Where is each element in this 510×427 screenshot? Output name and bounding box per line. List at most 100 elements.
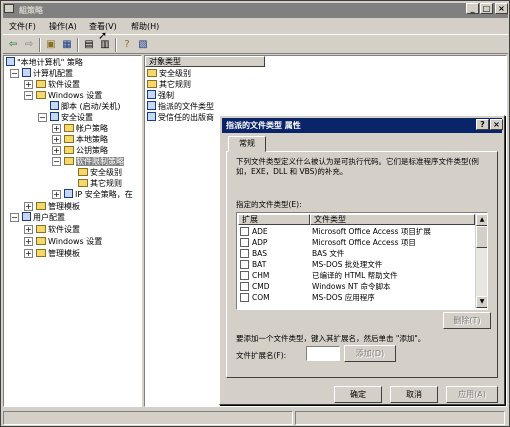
help-button[interactable]: ?: [476, 119, 489, 130]
forward-icon[interactable]: ⇨: [22, 38, 36, 51]
console-icon[interactable]: ▧: [136, 38, 150, 51]
tree-label: 本地策略: [76, 135, 108, 144]
menu-help[interactable]: 帮助(H): [131, 20, 159, 33]
tree-item-software-settings[interactable]: 软件设置: [36, 79, 80, 90]
tree-pane[interactable]: "本地计算机" 策略 − 计算机配置 + 软件设置 − Windows 设置 脚…: [3, 55, 142, 407]
row-type: 已编译的 HTML 帮助文件: [312, 271, 398, 280]
tree-item-user-windows-settings[interactable]: Windows 设置: [36, 236, 102, 247]
collapse-icon[interactable]: −: [38, 113, 47, 122]
maximize-button[interactable]: □: [480, 3, 493, 14]
close-button[interactable]: ×: [495, 3, 508, 14]
help-file-icon: [240, 271, 249, 280]
dialog-title: 指派的文件类型 属性: [222, 118, 502, 133]
tree-label: IP 安全策略，在: [75, 190, 133, 199]
help-icon[interactable]: ?: [120, 38, 134, 51]
expand-icon[interactable]: +: [24, 237, 33, 246]
expand-icon[interactable]: +: [24, 80, 33, 89]
tree-item-security-levels[interactable]: 安全级别: [78, 167, 122, 178]
tree-item-public-key[interactable]: 公钥策略: [64, 145, 108, 156]
folder-icon: [64, 145, 74, 154]
window-title: 組策略: [3, 3, 508, 18]
folder-icon: [64, 134, 74, 143]
collapse-icon[interactable]: −: [10, 69, 19, 78]
menu-file[interactable]: 文件(F): [9, 20, 36, 33]
status-bar: [3, 409, 508, 426]
dialog-close-button[interactable]: ×: [490, 119, 503, 130]
tree-item-admin-templates[interactable]: 管理模板: [36, 201, 80, 212]
properties-dialog: 指派的文件类型 属性 ? × 常规 下列文件类型定义什么被认为是可执行代码。它们…: [219, 115, 505, 405]
tree-item-account-policies[interactable]: 帐户策略: [64, 123, 108, 134]
column-header-object-type[interactable]: 对象类型: [145, 56, 265, 67]
column-header-ext[interactable]: 扩展: [238, 214, 310, 225]
expand-icon[interactable]: +: [52, 146, 61, 155]
column-header-type[interactable]: 文件类型: [310, 214, 475, 225]
collapse-icon[interactable]: −: [10, 213, 19, 222]
scroll-down-icon[interactable]: ▼: [476, 296, 487, 308]
list-item[interactable]: 指派的文件类型: [147, 101, 214, 112]
tree-item-additional-rules[interactable]: 其它规则: [78, 178, 122, 189]
collapse-icon[interactable]: −: [52, 157, 61, 166]
expand-icon[interactable]: +: [52, 135, 61, 144]
back-icon[interactable]: ⇦: [6, 38, 20, 51]
folder-icon: [64, 123, 74, 132]
tree-item-scripts[interactable]: 脚本 (启动/关机): [50, 101, 120, 112]
tree-item-local-policies[interactable]: 本地策略: [64, 134, 108, 145]
expand-icon[interactable]: +: [52, 190, 61, 199]
up-icon[interactable]: ▣: [44, 38, 58, 51]
expand-icon[interactable]: +: [24, 249, 33, 258]
tree-item-windows-settings[interactable]: Windows 设置: [36, 90, 102, 101]
tree-item-software-restriction[interactable]: 软件限制策略: [64, 156, 124, 167]
apply-button[interactable]: 应用(A): [446, 386, 498, 403]
toolbar-separator: [115, 38, 117, 52]
folder-icon: [78, 167, 88, 176]
toolbar-separator: [77, 38, 79, 52]
user-icon: [22, 212, 31, 221]
cancel-button[interactable]: 取消: [390, 386, 438, 403]
menu-action[interactable]: 操作(A): [49, 20, 77, 33]
properties-icon[interactable]: ▤: [82, 38, 96, 51]
tree-label: 软件限制策略: [76, 157, 124, 166]
list-item[interactable]: 安全级别: [147, 68, 191, 79]
expand-icon[interactable]: +: [24, 202, 33, 211]
tree-item-computer-config[interactable]: 计算机配置: [22, 68, 73, 79]
tree-item-user-software-settings[interactable]: 软件设置: [36, 224, 80, 235]
delete-button[interactable]: 删除(T): [443, 312, 491, 329]
folder-icon: [36, 236, 46, 245]
tree-item-security-settings[interactable]: 安全设置: [50, 112, 93, 123]
scroll-up-icon[interactable]: ▲: [476, 214, 487, 226]
toolbar: ⇦ ⇨ ▣ ▦ ▤ ▥ ? ▧: [3, 34, 508, 54]
tree-item-ip-security[interactable]: IP 安全策略，在: [64, 189, 133, 200]
status-panel: [3, 411, 293, 425]
show-tree-icon[interactable]: ▦: [60, 38, 74, 51]
policy-item-icon: [147, 101, 156, 110]
scroll-thumb[interactable]: [476, 226, 487, 248]
list-item-label: 受信任的出版商: [158, 113, 214, 122]
folder-icon: [147, 79, 157, 88]
tree-label: 用户配置: [33, 213, 65, 222]
vertical-scrollbar[interactable]: ▲ ▼: [475, 214, 487, 308]
batch-file-icon: [240, 260, 249, 269]
tree-label: 脚本 (启动/关机): [61, 102, 121, 111]
extension-input[interactable]: [306, 346, 340, 361]
list-item[interactable]: 受信任的出版商: [147, 112, 214, 123]
list-item[interactable]: 强制: [147, 90, 174, 101]
ok-button[interactable]: 确定: [334, 386, 382, 403]
expand-icon[interactable]: +: [52, 124, 61, 133]
tree-label: 其它规则: [90, 179, 122, 188]
tree-root[interactable]: "本地计算机" 策略: [6, 57, 83, 68]
tree-item-user-config[interactable]: 用户配置: [22, 212, 65, 223]
file-types-label: 指定的文件类型(E):: [236, 200, 302, 209]
row-ext: COM: [252, 293, 270, 302]
row-type: MS-DOS 批处理文件: [312, 260, 383, 269]
computer-icon: [22, 68, 31, 77]
file-types-list[interactable]: 扩展 文件类型 ADE Microsoft Office Access 项目扩展 …: [236, 212, 488, 310]
tree-item-user-admin-templates[interactable]: 管理模板: [36, 248, 80, 259]
collapse-icon[interactable]: −: [24, 91, 33, 100]
ip-security-icon: [64, 189, 73, 198]
minimize-button[interactable]: _: [466, 3, 479, 14]
file-icon: [240, 249, 249, 258]
list-item[interactable]: 其它规则: [147, 79, 191, 90]
tab-general[interactable]: 常规: [228, 136, 266, 152]
add-button[interactable]: 添加(D): [344, 345, 396, 362]
expand-icon[interactable]: +: [24, 225, 33, 234]
